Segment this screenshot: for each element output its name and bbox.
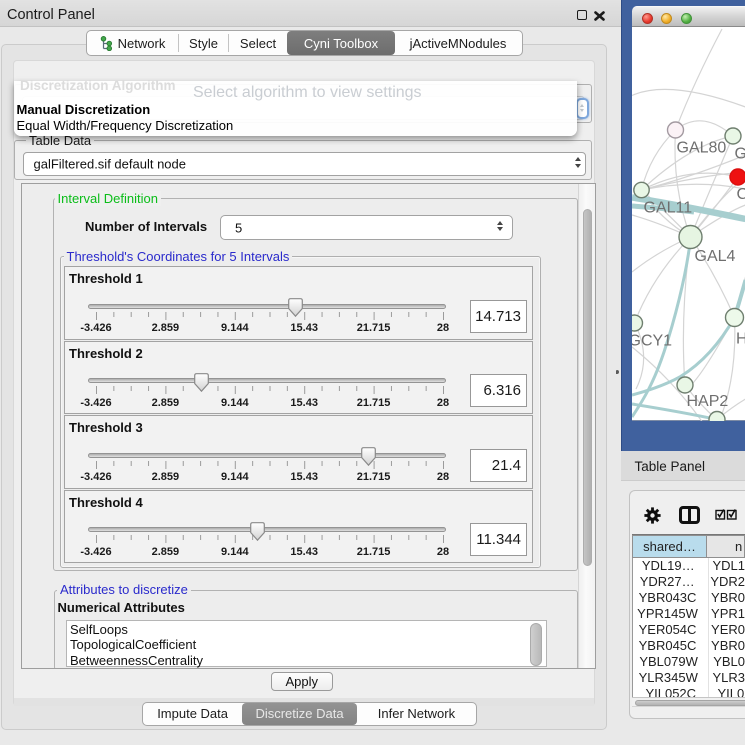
svg-text:GCY1: GCY1 [632, 332, 672, 349]
svg-text:HAP2: HAP2 [686, 393, 728, 410]
svg-text:GAL4: GAL4 [694, 248, 735, 265]
svg-text:GAL11: GAL11 [643, 199, 692, 216]
svg-text:G.: G. [734, 145, 745, 162]
svg-text:C: C [736, 186, 745, 203]
svg-text:GAL80: GAL80 [676, 139, 726, 156]
svg-text:H: H [736, 330, 745, 347]
